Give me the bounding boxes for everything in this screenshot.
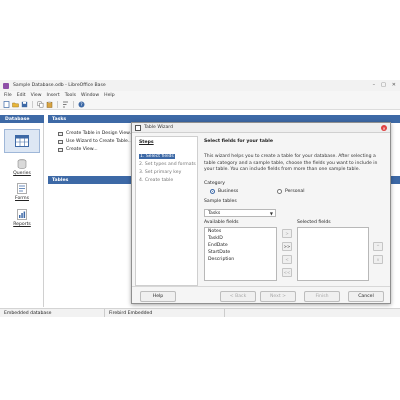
task-label: Use Wizard to Create Table...	[66, 139, 133, 144]
radio-label: Personal	[285, 189, 305, 194]
category-business-radio[interactable]: Business	[210, 189, 238, 194]
forms-icon	[17, 183, 27, 194]
available-fields-list[interactable]: Notes TaskID EndDate StartDate Descripti…	[204, 227, 277, 281]
radio-unselected-icon	[277, 189, 282, 194]
cancel-button[interactable]: Cancel	[348, 291, 384, 302]
dialog-title: Table Wizard	[144, 125, 174, 130]
menu-window[interactable]: Window	[81, 93, 99, 98]
view-icon	[58, 147, 63, 152]
wizard-description: This wizard helps you to create a table …	[204, 154, 378, 172]
list-item[interactable]: TaskID	[208, 236, 223, 241]
wizard-heading: Select fields for your table	[204, 139, 273, 144]
help-icon[interactable]: ?	[78, 101, 85, 108]
back-button[interactable]: < Back	[220, 291, 256, 302]
minimize-icon[interactable]: –	[373, 82, 376, 88]
task-use-wizard[interactable]: Use Wizard to Create Table...	[58, 139, 132, 144]
database-pane: Queries Forms Reports	[0, 123, 44, 307]
copy-icon[interactable]	[37, 101, 44, 108]
menu-view[interactable]: View	[31, 93, 42, 98]
category-personal-radio[interactable]: Personal	[277, 189, 305, 194]
menu-tools[interactable]: Tools	[65, 93, 76, 98]
finish-button[interactable]: Finish	[304, 291, 340, 302]
sample-tables-label: Sample tables	[204, 199, 237, 204]
radio-label: Business	[218, 189, 239, 194]
reports-icon	[17, 209, 27, 220]
move-down-button[interactable]: v	[373, 255, 383, 264]
dialog-app-icon	[135, 124, 141, 131]
menu-help[interactable]: Help	[104, 93, 114, 98]
sample-tables-dropdown[interactable]: Tasks ▼	[204, 209, 276, 217]
task-create-table-design[interactable]: Create Table in Design View...	[58, 131, 134, 136]
steps-title: Steps	[139, 140, 154, 145]
menu-file[interactable]: File	[4, 93, 12, 98]
dialog-titlebar: Table Wizard ✕	[132, 123, 390, 133]
statusbar: Embedded database Firebird Embedded	[0, 308, 400, 317]
close-icon[interactable]: ✕	[381, 125, 387, 131]
next-button[interactable]: Next >	[260, 291, 296, 302]
list-item[interactable]: Description	[208, 257, 234, 262]
category-label: Category	[204, 181, 225, 186]
step-create-table[interactable]: 4. Create table	[139, 178, 173, 183]
available-fields-label: Available fields	[204, 220, 239, 225]
window-titlebar: Sample Database.odb - LibreOffice Base –…	[0, 80, 400, 91]
window-title: Sample Database.odb - LibreOffice Base	[13, 83, 106, 88]
step-select-fields[interactable]: 1. Select fields	[139, 154, 175, 159]
database-item-reports[interactable]: Reports	[4, 209, 40, 227]
database-item-queries[interactable]: Queries	[4, 159, 40, 176]
help-button[interactable]: Help	[140, 291, 176, 302]
list-item[interactable]: StartDate	[208, 250, 230, 255]
sample-table-value: Tasks	[208, 210, 221, 216]
status-database-type: Embedded database	[0, 309, 105, 317]
table-design-icon	[58, 131, 63, 136]
selected-fields-list[interactable]	[297, 227, 369, 281]
menu-insert[interactable]: Insert	[47, 93, 60, 98]
step-set-types[interactable]: 2. Set types and formats	[139, 162, 196, 167]
database-item-tables[interactable]	[4, 129, 40, 153]
radio-selected-icon	[210, 189, 215, 194]
libreoffice-base-icon	[3, 82, 9, 89]
list-item[interactable]: Notes	[208, 229, 221, 234]
chevron-down-icon: ▼	[269, 211, 273, 216]
open-icon[interactable]	[12, 101, 19, 108]
move-left-button[interactable]: <	[282, 255, 292, 264]
list-item[interactable]: EndDate	[208, 243, 228, 248]
menubar: File Edit View Insert Tools Window Help	[0, 91, 400, 99]
steps-panel: Steps 1. Select fields 2. Set types and …	[135, 136, 198, 286]
new-icon[interactable]	[3, 100, 10, 108]
move-right-button[interactable]: >	[282, 229, 292, 238]
database-pane-header: Database	[0, 115, 44, 123]
task-label: Create View...	[66, 147, 98, 152]
maximize-icon[interactable]: □	[381, 82, 386, 88]
tables-icon	[15, 135, 29, 147]
queries-icon	[17, 159, 27, 169]
paste-icon[interactable]	[46, 101, 53, 108]
task-label: Create Table in Design View...	[66, 131, 134, 136]
selected-fields-label: Selected fields	[297, 220, 331, 225]
table-wizard-dialog: Table Wizard ✕ Steps 1. Select fields 2.…	[131, 122, 391, 304]
move-all-left-button[interactable]: <<	[282, 268, 292, 277]
sort-icon[interactable]	[62, 101, 69, 108]
database-item-label: Reports	[13, 222, 31, 227]
close-window-icon[interactable]: ✕	[392, 82, 396, 88]
wizard-icon	[58, 139, 63, 144]
database-item-label: Queries	[13, 171, 31, 176]
move-all-right-button[interactable]: >>	[282, 242, 292, 251]
step-primary-key[interactable]: 3. Set primary key	[139, 170, 181, 175]
task-create-view[interactable]: Create View...	[58, 147, 98, 152]
database-item-forms[interactable]: Forms	[4, 183, 40, 201]
save-icon[interactable]	[21, 101, 28, 108]
dialog-footer: Help < Back Next > Finish Cancel	[132, 286, 390, 304]
move-up-button[interactable]: ^	[373, 242, 383, 251]
status-engine: Firebird Embedded	[105, 309, 225, 317]
standard-toolbar: ?	[0, 99, 400, 110]
database-item-label: Forms	[15, 196, 29, 201]
menu-edit[interactable]: Edit	[17, 93, 26, 98]
